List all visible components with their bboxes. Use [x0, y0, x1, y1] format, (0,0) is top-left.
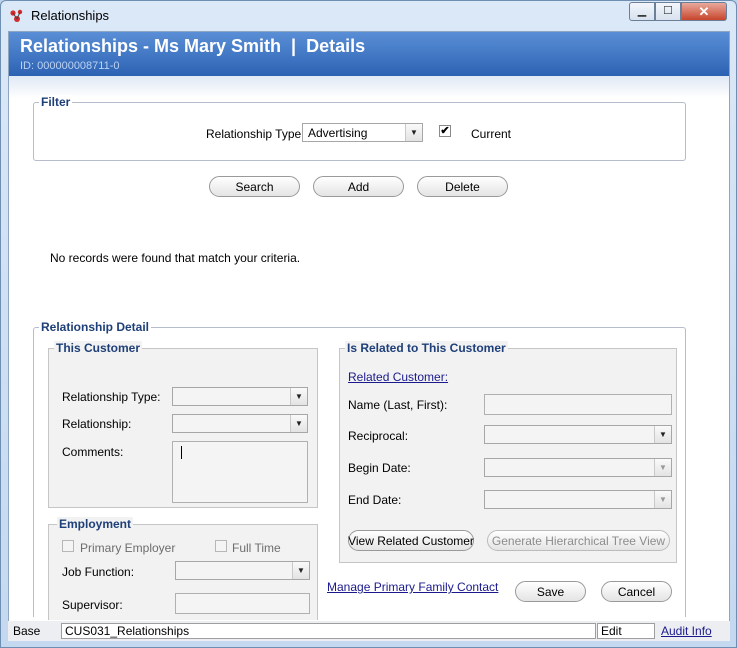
close-button[interactable]: ✕ [681, 2, 727, 21]
this-customer-group: This Customer Relationship Type: ▼ Relat… [48, 341, 318, 508]
primary-employer-label: Primary Employer [80, 541, 176, 555]
tc-comments-textarea[interactable] [172, 441, 308, 503]
minimize-button[interactable]: ▁ [629, 2, 655, 21]
audit-info-link[interactable]: Audit Info [661, 624, 712, 638]
job-function-label: Job Function: [62, 565, 135, 579]
reciprocal-select[interactable]: ▼ [484, 425, 672, 444]
employment-group: Employment Primary Employer Full Time Jo… [48, 517, 318, 620]
current-checkbox[interactable]: ✔ [439, 125, 451, 137]
chevron-down-icon[interactable]: ▼ [405, 124, 422, 141]
tc-relationship-type-select[interactable]: ▼ [172, 387, 308, 406]
is-related-group: Is Related to This Customer Related Cust… [339, 341, 677, 563]
primary-employer-checkbox[interactable] [62, 540, 74, 552]
chevron-down-icon[interactable]: ▼ [654, 459, 671, 476]
customer-id: ID: 000000008711-0 [20, 60, 120, 72]
chevron-down-icon[interactable]: ▼ [290, 415, 307, 432]
employment-legend: Employment [57, 517, 134, 531]
page-header: Relationships - Ms Mary Smith | Details … [9, 32, 729, 76]
reciprocal-label: Reciprocal: [348, 429, 409, 443]
end-date-label: End Date: [348, 493, 402, 507]
tc-relationship-label: Relationship: [62, 417, 132, 431]
save-button[interactable]: Save [515, 581, 586, 602]
title-bar[interactable]: Relationships ▁ ☐ ✕ [1, 1, 736, 31]
tc-relationship-type-label: Relationship Type: [62, 390, 161, 404]
chevron-down-icon[interactable]: ▼ [654, 426, 671, 443]
cancel-button[interactable]: Cancel [601, 581, 672, 602]
search-button[interactable]: Search [209, 176, 300, 197]
client-area: Relationships - Ms Mary Smith | Details … [8, 31, 730, 641]
maximize-button[interactable]: ☐ [655, 2, 681, 21]
text-cursor [181, 446, 182, 459]
status-form-name: CUS031_Relationships [61, 623, 596, 639]
relationship-type-select[interactable]: Advertising ▼ [302, 123, 423, 142]
view-related-customer-button[interactable]: View Related Customer [348, 530, 474, 551]
begin-date-label: Begin Date: [348, 461, 411, 475]
generate-tree-view-button[interactable]: Generate Hierarchical Tree View [487, 530, 670, 551]
relationship-type-value: Advertising [308, 126, 368, 140]
full-time-checkbox[interactable] [215, 540, 227, 552]
header-fade [9, 76, 729, 98]
maximize-icon: ☐ [663, 5, 673, 17]
close-icon: ✕ [698, 4, 710, 19]
current-label: Current [471, 127, 512, 141]
status-base: Base [13, 624, 41, 638]
this-customer-legend: This Customer [54, 341, 143, 355]
status-mode: Edit [597, 623, 655, 639]
chevron-down-icon[interactable]: ▼ [292, 562, 309, 579]
chevron-down-icon[interactable]: ▼ [654, 491, 671, 508]
job-function-select[interactable]: ▼ [175, 561, 310, 580]
add-button[interactable]: Add [313, 176, 404, 197]
minimize-icon: ▁ [637, 5, 647, 17]
relationship-detail-legend: Relationship Detail [39, 320, 152, 334]
delete-button[interactable]: Delete [417, 176, 508, 197]
page-title: Relationships - Ms Mary Smith | Details [20, 36, 366, 56]
end-date-picker[interactable]: ▼ [484, 490, 672, 509]
tc-relationship-select[interactable]: ▼ [172, 414, 308, 433]
manage-primary-family-contact-link[interactable]: Manage Primary Family Contact [327, 580, 498, 594]
supervisor-input[interactable] [175, 593, 310, 614]
filter-legend: Filter [39, 95, 73, 109]
related-customer-link[interactable]: Related Customer: [348, 370, 448, 384]
full-time-label: Full Time [232, 541, 281, 555]
chevron-down-icon[interactable]: ▼ [290, 388, 307, 405]
window-title: Relationships [31, 8, 110, 23]
name-label: Name (Last, First): [348, 398, 448, 412]
supervisor-label: Supervisor: [62, 598, 123, 612]
name-input[interactable] [484, 394, 672, 415]
filter-group: Filter Relationship Type Advertising ▼ ✔… [33, 95, 686, 161]
app-icon [10, 9, 23, 22]
relationship-type-label: Relationship Type [206, 127, 302, 141]
tc-comments-label: Comments: [62, 445, 124, 459]
begin-date-picker[interactable]: ▼ [484, 458, 672, 477]
relationships-window: Relationships ▁ ☐ ✕ Relationships - Ms M… [0, 0, 737, 648]
empty-results-message: No records were found that match your cr… [50, 251, 301, 265]
status-bar: Base CUS031_Relationships Edit Audit Inf… [8, 621, 730, 641]
relationship-detail-group: Relationship Detail This Customer Relati… [33, 320, 686, 620]
is-related-legend: Is Related to This Customer [345, 341, 508, 355]
